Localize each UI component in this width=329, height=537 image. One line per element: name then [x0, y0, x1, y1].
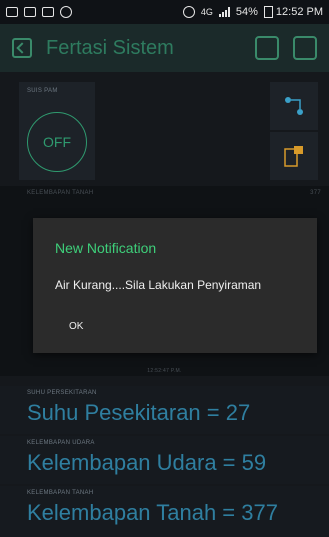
clock: 12:52 PM	[275, 6, 323, 18]
route-icon	[285, 97, 303, 115]
value-label: KELEMBAPAN TANAH	[27, 490, 94, 496]
value-text: Kelembapan Tanah = 377	[27, 500, 278, 525]
app-bar: Fertasi Sistem	[0, 24, 329, 72]
app-title: Fertasi Sistem	[46, 36, 174, 59]
value-text: Kelembapan Udara = 59	[27, 450, 267, 475]
notification-icon	[42, 7, 54, 17]
status-notification-icons	[6, 6, 72, 18]
dialog-title: New Notification	[55, 240, 157, 256]
signal-icon	[218, 7, 230, 17]
notification-dialog: New Notification Air Kurang....Sila Laku…	[33, 218, 317, 353]
notification-icon	[6, 7, 18, 17]
value-display-temperature: SUHU PERSEKITARAN Suhu Pesekitaran = 27	[0, 386, 329, 434]
back-icon[interactable]	[12, 38, 32, 58]
network-type: 4G	[200, 7, 213, 17]
route-widget[interactable]	[270, 82, 318, 130]
value-label: KELEMBAPAN UDARA	[27, 440, 95, 446]
battery-icon	[263, 6, 273, 18]
pump-toggle-button[interactable]: OFF	[27, 112, 87, 172]
pump-switch-label: SUIS PAM	[27, 88, 58, 94]
dialog-message: Air Kurang....Sila Lakukan Penyiraman	[55, 278, 262, 292]
value-display-air-humidity: KELEMBAPAN UDARA Kelembapan Udara = 59	[0, 436, 329, 484]
device-icon[interactable]	[255, 36, 279, 60]
notification-widget[interactable]	[270, 132, 318, 180]
phone-notification-icon	[284, 146, 303, 167]
ok-button[interactable]: OK	[69, 321, 83, 332]
play-icon[interactable]	[293, 36, 317, 60]
hotspot-icon	[182, 6, 195, 18]
notification-icon	[24, 7, 36, 17]
status-bar: 4G 54% 12:52 PM	[0, 0, 329, 24]
value-display-soil-moisture: KELEMBAPAN TANAH Kelembapan Tanah = 377	[0, 486, 329, 537]
value-text: Suhu Pesekitaran = 27	[27, 400, 251, 425]
status-system-icons: 4G 54% 12:52 PM	[182, 6, 323, 18]
pump-switch-widget: SUIS PAM OFF	[19, 82, 95, 180]
whatsapp-icon	[60, 6, 72, 18]
battery-percent: 54%	[235, 6, 258, 18]
value-label: SUHU PERSEKITARAN	[27, 390, 97, 396]
